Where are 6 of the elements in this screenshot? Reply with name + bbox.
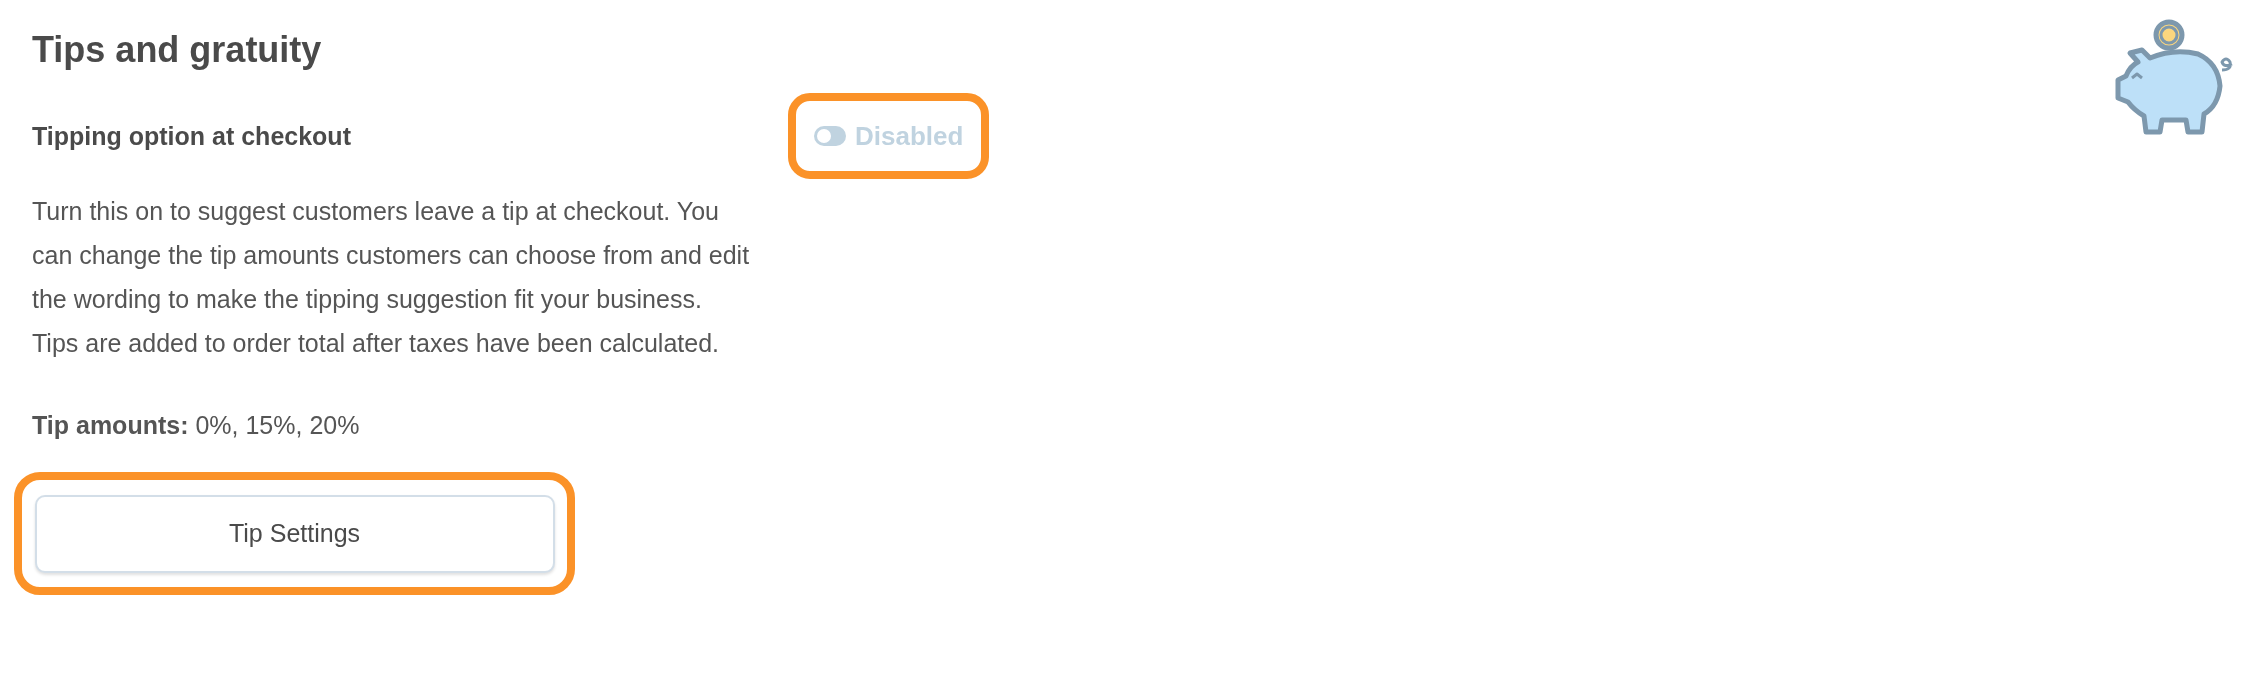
tip-amounts-text: Tip amounts: 0%, 15%, 20% — [32, 410, 361, 441]
section-title: Tips and gratuity — [32, 28, 323, 72]
tip-settings-button[interactable]: Tip Settings — [34, 494, 555, 573]
option-label: Tipping option at checkout — [32, 121, 352, 152]
toggle-switch[interactable] — [814, 126, 846, 146]
description-text: Turn this on to suggest customers leave a tip at checkout. You can change the tip amounts customers can choose from and edit the wording to make the tipping suggestion fit your business. Tips are added to order total after taxes have been calculated. — [32, 196, 751, 359]
